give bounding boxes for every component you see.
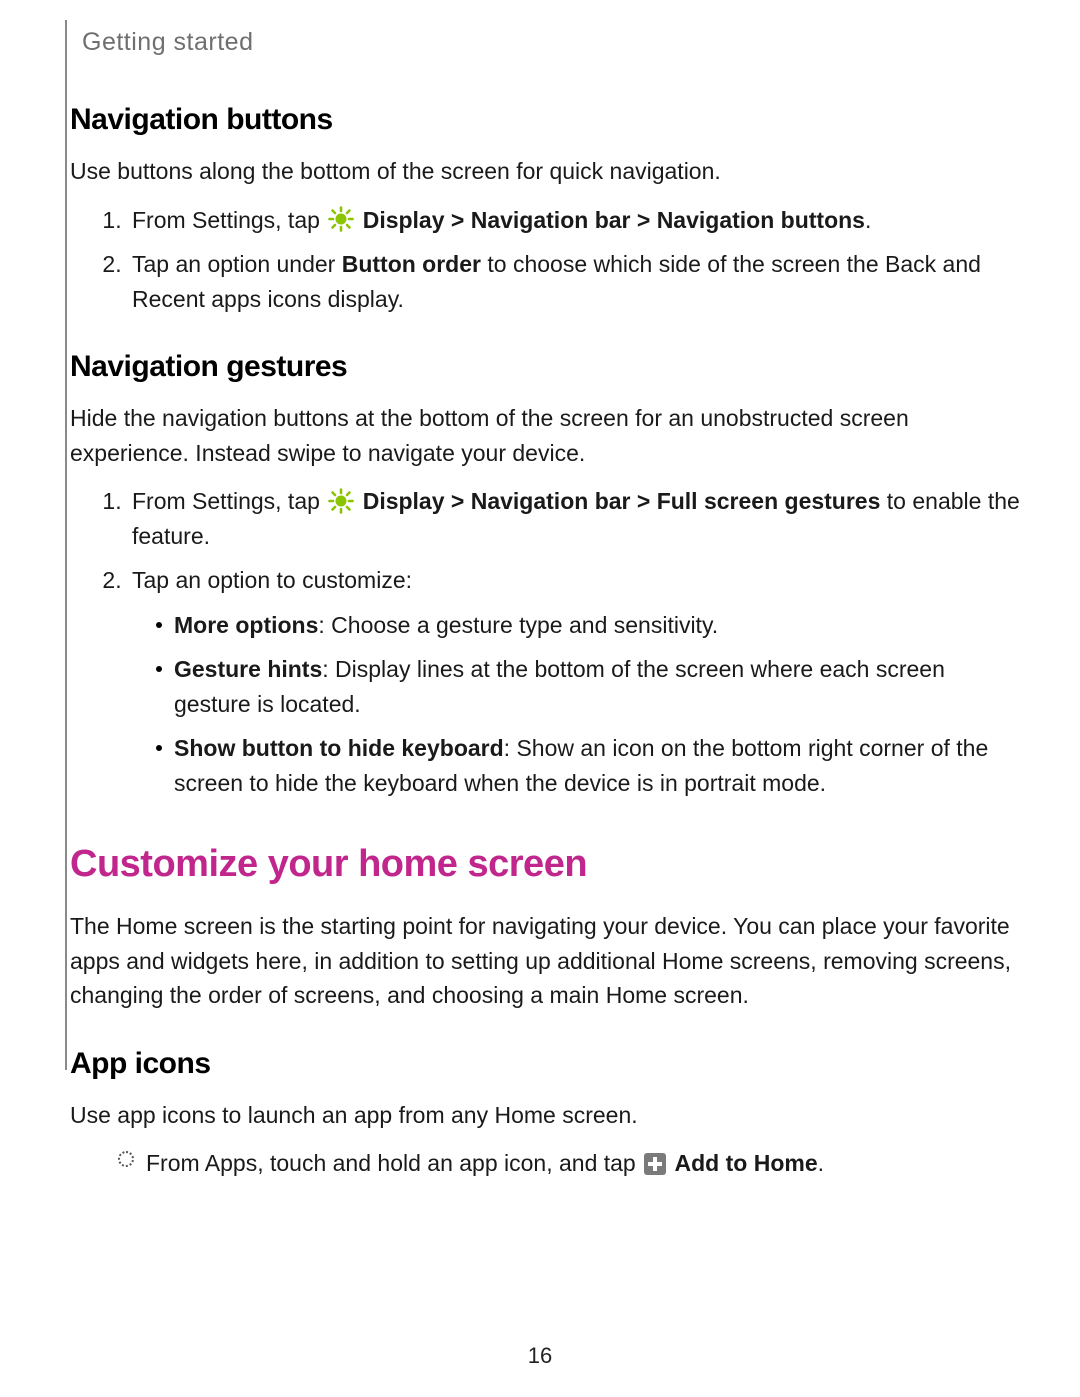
bold-term: Gesture hints [174, 656, 322, 682]
bold-term: Show button to hide keyboard [174, 735, 504, 761]
bold-term: More options [174, 612, 318, 638]
text: From Settings, tap [132, 207, 326, 233]
step-item: From Apps, touch and hold an app icon, a… [118, 1146, 1025, 1181]
customize-home-intro: The Home screen is the starting point fo… [70, 909, 1025, 1013]
customize-options-list: More options: Choose a gesture type and … [132, 608, 1025, 801]
list-item: Gesture hints: Display lines at the bott… [156, 652, 1025, 721]
list-item: Show button to hide keyboard: Show an ic… [156, 731, 1025, 800]
nav-gestures-steps: From Settings, tap Display > Navigation … [70, 484, 1025, 800]
text: . [818, 1150, 824, 1176]
app-icons-steps: From Apps, touch and hold an app icon, a… [70, 1146, 1025, 1181]
text: . [865, 207, 871, 233]
text: Tap an option to customize: [132, 567, 412, 593]
step-item: From Settings, tap Display > Navigation … [128, 203, 1025, 238]
step-item: Tap an option to customize: More options… [128, 563, 1025, 800]
text: From Settings, tap [132, 488, 326, 514]
section-header: Getting started [82, 28, 1025, 57]
vertical-rule [65, 20, 67, 1070]
app-icons-intro: Use app icons to launch an app from any … [70, 1098, 1025, 1133]
path-text: Display > Navigation bar > Navigation bu… [363, 207, 865, 233]
page-content: Navigation buttons Use buttons along the… [70, 97, 1025, 1181]
step-item: Tap an option under Button order to choo… [128, 247, 1025, 316]
page-number: 16 [0, 1343, 1080, 1369]
brightness-icon [328, 206, 354, 232]
add-to-home-icon [644, 1153, 666, 1175]
path-text: Display > Navigation bar > Full screen g… [363, 488, 881, 514]
text: : Choose a gesture type and sensitivity. [318, 612, 718, 638]
page: Getting started Navigation buttons Use b… [0, 0, 1080, 1397]
nav-gestures-intro: Hide the navigation buttons at the botto… [70, 401, 1025, 470]
text: From Apps, touch and hold an app icon, a… [146, 1150, 642, 1176]
bold-term: Add to Home [675, 1150, 818, 1176]
step-item: From Settings, tap Display > Navigation … [128, 484, 1025, 553]
heading-app-icons: App icons [70, 1041, 1025, 1086]
heading-customize-home: Customize your home screen [70, 836, 1025, 893]
heading-navigation-buttons: Navigation buttons [70, 97, 1025, 142]
dotted-circle-icon [118, 1151, 134, 1167]
nav-buttons-steps: From Settings, tap Display > Navigation … [70, 203, 1025, 317]
nav-buttons-intro: Use buttons along the bottom of the scre… [70, 154, 1025, 189]
list-item: More options: Choose a gesture type and … [156, 608, 1025, 643]
text: Tap an option under [132, 251, 342, 277]
brightness-icon [328, 488, 354, 514]
heading-navigation-gestures: Navigation gestures [70, 344, 1025, 389]
bold-term: Button order [342, 251, 481, 277]
